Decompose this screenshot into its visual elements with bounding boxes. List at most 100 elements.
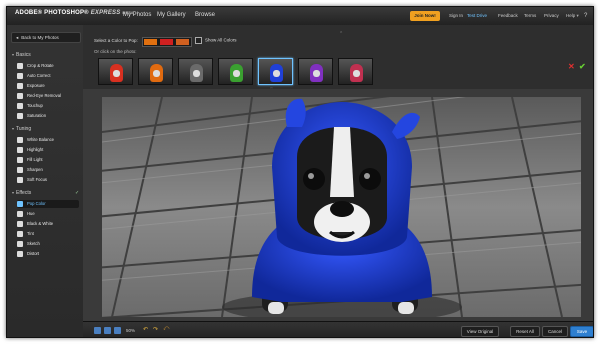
swatch-red[interactable] bbox=[160, 39, 173, 45]
bottom-bar: 50% ↶ ↷ ⤺ View Original Reset All Cancel… bbox=[83, 321, 593, 337]
swatch-orange[interactable] bbox=[144, 39, 157, 45]
tool-touchup[interactable]: Touchup bbox=[17, 102, 79, 110]
tool-label: Sharpen bbox=[27, 167, 43, 172]
tool-crop-rotate[interactable]: Crop & Rotate bbox=[17, 62, 79, 70]
history-icon[interactable]: ⤺ bbox=[163, 326, 169, 333]
collapse-triangle-icon: ▾ bbox=[12, 190, 15, 195]
fit-to-screen-icon[interactable] bbox=[114, 327, 121, 334]
zoom-in-icon[interactable] bbox=[104, 327, 111, 334]
tool-label: Pop Color bbox=[27, 201, 46, 206]
sign-in-link[interactable]: Sign In bbox=[449, 13, 463, 18]
check-icon: ✓ bbox=[75, 190, 80, 196]
tool-soft-focus[interactable]: Soft Focus bbox=[17, 176, 79, 184]
soft-focus-icon bbox=[17, 177, 23, 183]
sidebar: ◂ Back to My Photos ▾ Basics Crop & Rotate… bbox=[7, 25, 84, 337]
tool-label: Auto Correct bbox=[27, 73, 51, 78]
thumb-orange[interactable] bbox=[138, 58, 173, 85]
tool-label: Crop & Rotate bbox=[27, 63, 54, 68]
checkbox-icon bbox=[195, 37, 202, 44]
dog-eye-right bbox=[359, 168, 381, 190]
feedback-link[interactable]: Feedback bbox=[498, 13, 518, 18]
tool-highlight[interactable]: Highlight bbox=[17, 146, 79, 154]
tool-black-white[interactable]: Black & White bbox=[17, 220, 79, 228]
cancel-x-icon[interactable]: ✕ bbox=[568, 62, 575, 71]
photo-canvas[interactable] bbox=[83, 89, 593, 321]
section-effects[interactable]: ▾ Effects bbox=[12, 190, 31, 196]
photo-image bbox=[102, 97, 581, 317]
thumb-purple[interactable] bbox=[298, 58, 333, 85]
thumb-green[interactable] bbox=[218, 58, 253, 85]
save-button[interactable]: Save bbox=[570, 326, 593, 337]
tool-fill-light[interactable]: Fill Light bbox=[17, 156, 79, 164]
tool-label: White Balance bbox=[27, 137, 54, 142]
tool-sketch[interactable]: Sketch bbox=[17, 240, 79, 248]
apply-check-icon[interactable]: ✔ bbox=[579, 62, 586, 71]
dog-nose bbox=[330, 201, 354, 217]
nav-my-gallery[interactable]: My Gallery bbox=[157, 12, 186, 18]
terms-link[interactable]: Terms bbox=[524, 13, 536, 18]
top-bar: ADOBE® PHOTOSHOP® EXPRESS BETA My Photos… bbox=[7, 7, 593, 26]
join-now-button[interactable]: Join Now! bbox=[410, 11, 440, 21]
color-thumbnail-strip bbox=[98, 58, 388, 86]
dog-thumb-face bbox=[353, 70, 360, 77]
hue-icon bbox=[17, 211, 23, 217]
thumb-blue[interactable] bbox=[258, 58, 293, 85]
tool-label: Fill Light bbox=[27, 157, 43, 162]
tool-label: Exposure bbox=[27, 83, 45, 88]
test-drive-link[interactable]: Test Drive bbox=[467, 13, 487, 18]
tool-auto-correct[interactable]: Auto Correct bbox=[17, 72, 79, 80]
tool-label: Black & White bbox=[27, 221, 54, 226]
back-label: Back to My Photos bbox=[21, 35, 59, 40]
zoom-level: 50% bbox=[126, 328, 136, 333]
reset-all-button[interactable]: Reset All bbox=[510, 326, 540, 337]
tool-pop-color[interactable]: Pop Color bbox=[17, 200, 79, 208]
red-eye-icon bbox=[17, 93, 23, 99]
tool-label: Distort bbox=[27, 251, 40, 256]
thumb-red[interactable] bbox=[98, 58, 133, 85]
redo-icon[interactable]: ↷ bbox=[153, 326, 158, 333]
pop-color-toolbar: ⌃ Select a Color to Pop: Show All Colors… bbox=[83, 25, 593, 90]
tool-label: Soft Focus bbox=[27, 177, 48, 182]
nav-browse[interactable]: Browse bbox=[195, 12, 215, 18]
dog-eye-left bbox=[303, 168, 325, 190]
swatch-dark-orange[interactable] bbox=[176, 39, 189, 45]
privacy-link[interactable]: Privacy bbox=[544, 13, 559, 18]
show-all-colors-checkbox[interactable]: Show All Colors bbox=[195, 37, 237, 44]
thumb-magenta[interactable] bbox=[338, 58, 373, 85]
tool-red-eye-removal[interactable]: Red-Eye Removal bbox=[17, 92, 79, 100]
undo-icon[interactable]: ↶ bbox=[143, 326, 148, 333]
exposure-icon bbox=[17, 83, 23, 89]
tool-white-balance[interactable]: White Balance bbox=[17, 136, 79, 144]
logo-brand: ADOBE® PHOTOSHOP® bbox=[15, 10, 89, 16]
saturation-icon bbox=[17, 113, 23, 119]
tool-tint[interactable]: Tint bbox=[17, 230, 79, 238]
tool-exposure[interactable]: Exposure bbox=[17, 82, 79, 90]
tool-label: Touchup bbox=[27, 103, 43, 108]
help-link[interactable]: Help ▾ bbox=[566, 13, 579, 19]
view-original-button[interactable]: View Original bbox=[461, 326, 499, 337]
tool-hue[interactable]: Hue bbox=[17, 210, 79, 218]
tool-distort[interactable]: Distort bbox=[17, 250, 79, 258]
section-basics[interactable]: ▾ Basics bbox=[12, 52, 31, 58]
collapse-triangle-icon: ▾ bbox=[12, 52, 15, 57]
tool-label: Red-Eye Removal bbox=[27, 93, 61, 98]
fill-light-icon bbox=[17, 157, 23, 163]
tool-saturation[interactable]: Saturation bbox=[17, 112, 79, 120]
thumb-gray[interactable] bbox=[178, 58, 213, 85]
photo-dog-blue-hoodie[interactable] bbox=[102, 97, 581, 317]
dog-thumb-face bbox=[273, 70, 280, 77]
tool-sharpen[interactable]: Sharpen bbox=[17, 166, 79, 174]
collapse-grip-icon[interactable]: ⌃ bbox=[339, 31, 343, 37]
section-tuning[interactable]: ▾ Tuning bbox=[12, 126, 31, 132]
zoom-out-icon[interactable] bbox=[94, 327, 101, 334]
crop-icon bbox=[17, 63, 23, 69]
nav-my-photos[interactable]: My Photos bbox=[123, 12, 151, 18]
tool-label: Tint bbox=[27, 231, 34, 236]
back-to-photos-button[interactable]: ◂ Back to My Photos bbox=[11, 32, 81, 43]
help-icon[interactable]: ? bbox=[584, 12, 592, 20]
section-tuning-label: Tuning bbox=[16, 126, 32, 132]
dog-thumb-face bbox=[113, 70, 120, 77]
cancel-button[interactable]: Cancel bbox=[542, 326, 568, 337]
highlight-icon bbox=[17, 147, 23, 153]
distort-icon bbox=[17, 251, 23, 257]
